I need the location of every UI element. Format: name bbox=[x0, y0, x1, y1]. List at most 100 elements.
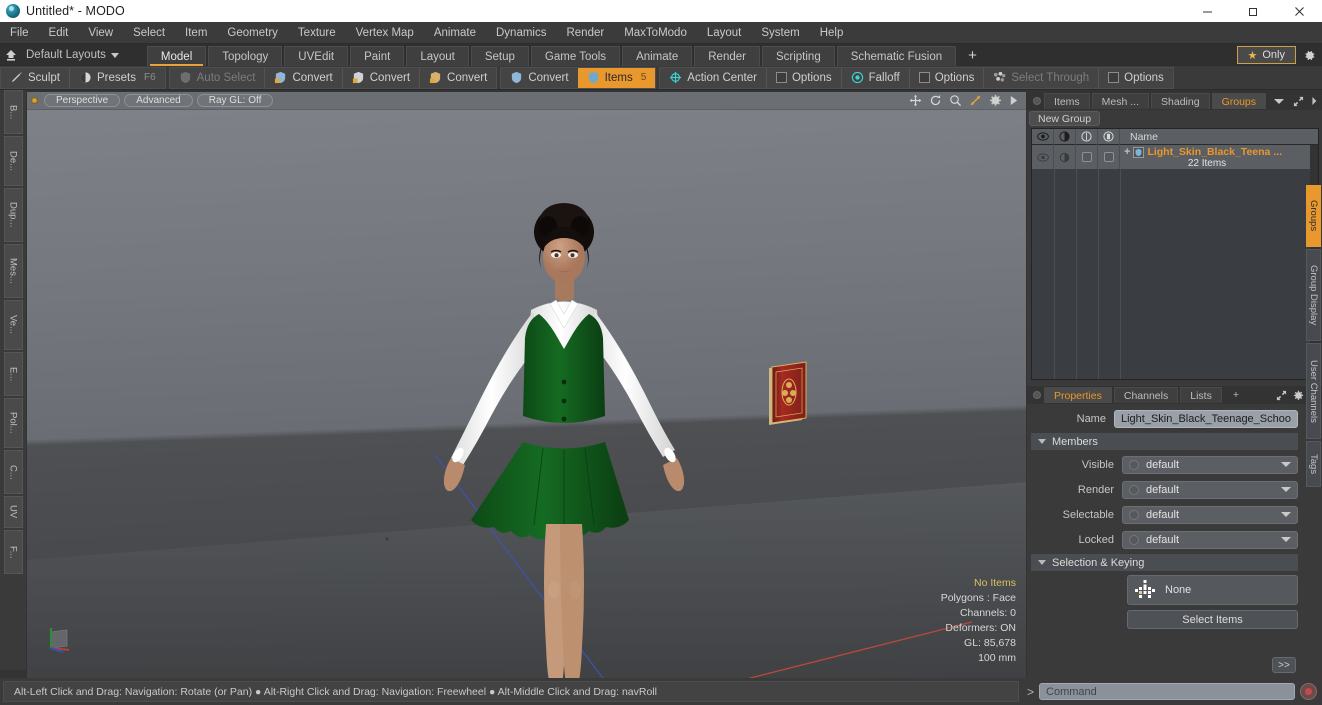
3d-viewport[interactable]: Perspective Advanced Ray GL: Off No Item… bbox=[27, 92, 1026, 678]
panel-tab-items[interactable]: Items bbox=[1044, 93, 1090, 109]
name-field[interactable]: Light_Skin_Black_Teenage_Schoo bbox=[1113, 409, 1298, 428]
menu-geometry[interactable]: Geometry bbox=[217, 22, 288, 44]
select-items-button[interactable]: Select Items bbox=[1127, 610, 1298, 629]
visible-dropdown[interactable]: default bbox=[1122, 455, 1298, 474]
menu-maxtomodo[interactable]: MaxToModo bbox=[614, 22, 697, 44]
gear-icon[interactable] bbox=[1296, 44, 1322, 66]
column-selectable-header[interactable] bbox=[1076, 128, 1098, 145]
menu-view[interactable]: View bbox=[78, 22, 123, 44]
row-selectable-checkbox[interactable] bbox=[1076, 145, 1098, 169]
panel-menu-dot[interactable] bbox=[1033, 97, 1041, 105]
row-expander-icon[interactable]: + bbox=[1124, 146, 1130, 158]
menu-select[interactable]: Select bbox=[123, 22, 175, 44]
convert-material-button[interactable]: Convert bbox=[501, 68, 577, 88]
layout-tab-topology[interactable]: Topology bbox=[208, 46, 283, 66]
menu-help[interactable]: Help bbox=[810, 22, 854, 44]
layout-tab-schematic-fusion[interactable]: Schematic Fusion bbox=[836, 46, 957, 66]
right-tab-user-channels[interactable]: User Channels bbox=[1306, 343, 1321, 439]
left-tab-basic[interactable]: B... bbox=[3, 90, 23, 134]
left-tab-fusion[interactable]: F... bbox=[3, 530, 23, 574]
members-section-header[interactable]: Members bbox=[1031, 433, 1298, 450]
menu-render[interactable]: Render bbox=[556, 22, 614, 44]
row-locked-checkbox[interactable] bbox=[1098, 145, 1120, 169]
select-through-button[interactable]: Select Through bbox=[983, 67, 1098, 88]
new-group-button[interactable]: New Group bbox=[1029, 111, 1101, 126]
more-options-button[interactable]: >> bbox=[1272, 657, 1296, 673]
only-toggle-button[interactable]: ★ Only bbox=[1236, 46, 1296, 64]
panel-menu-dot[interactable] bbox=[1033, 391, 1041, 399]
selectable-dropdown[interactable]: default bbox=[1122, 505, 1298, 524]
layout-tab-animate[interactable]: Animate bbox=[622, 46, 693, 66]
left-tab-deform[interactable]: De... bbox=[3, 136, 23, 186]
layout-tab-model[interactable]: Model bbox=[146, 46, 207, 66]
layout-tab-uvedit[interactable]: UVEdit bbox=[284, 46, 349, 66]
viewport-indicator-dot[interactable] bbox=[31, 97, 38, 104]
select-through-options-button[interactable]: Options bbox=[1098, 67, 1173, 88]
left-tab-polygon[interactable]: Pol... bbox=[3, 398, 23, 448]
left-tab-edge[interactable]: E... bbox=[3, 352, 23, 396]
rotate-icon[interactable] bbox=[929, 94, 942, 107]
left-tab-vertex[interactable]: Ve... bbox=[3, 300, 23, 350]
command-input[interactable]: Command bbox=[1039, 683, 1295, 700]
default-layouts-dropdown[interactable]: Default Layouts bbox=[22, 49, 127, 61]
left-tab-curve[interactable]: C... bbox=[3, 450, 23, 494]
menu-item[interactable]: Item bbox=[175, 22, 217, 44]
right-tab-group-display[interactable]: Group Display bbox=[1306, 249, 1321, 341]
left-tab-uv[interactable]: UV bbox=[3, 496, 23, 528]
pan-icon[interactable] bbox=[909, 94, 922, 107]
menu-dynamics[interactable]: Dynamics bbox=[486, 22, 556, 44]
groups-list-empty-area[interactable] bbox=[1032, 169, 1318, 379]
close-icon[interactable] bbox=[1276, 0, 1322, 22]
convert-polygon-button[interactable]: Convert bbox=[419, 67, 496, 88]
sculpt-button[interactable]: Sculpt bbox=[1, 68, 69, 88]
presets-button[interactable]: Presets F6 bbox=[68, 67, 165, 88]
menu-edit[interactable]: Edit bbox=[39, 22, 79, 44]
menu-vertex-map[interactable]: Vertex Map bbox=[346, 22, 424, 44]
viewport-shading-dropdown[interactable]: Advanced bbox=[124, 94, 193, 107]
maximize-icon[interactable] bbox=[1230, 0, 1276, 22]
panel-tab-properties[interactable]: Properties bbox=[1044, 387, 1112, 403]
panel-tab-lists[interactable]: Lists bbox=[1180, 387, 1222, 403]
menu-file[interactable]: File bbox=[0, 22, 39, 44]
play-arrow-icon[interactable] bbox=[1009, 95, 1018, 106]
falloff-options-button[interactable]: Options bbox=[908, 67, 984, 88]
row-name-cell[interactable]: + Light_Skin_Black_Teena ... 22 Items bbox=[1120, 145, 1318, 169]
viewport-raygl-dropdown[interactable]: Ray GL: Off bbox=[196, 94, 274, 107]
layout-tab-paint[interactable]: Paint bbox=[350, 46, 405, 66]
selection-keying-section-header[interactable]: Selection & Keying bbox=[1031, 554, 1298, 571]
viewport-settings-gear-icon[interactable] bbox=[989, 94, 1002, 107]
chevron-down-icon[interactable] bbox=[1274, 98, 1285, 104]
selection-set-selector[interactable]: None bbox=[1127, 575, 1298, 605]
right-tab-tags[interactable]: Tags bbox=[1306, 441, 1321, 487]
items-mode-button[interactable]: Items 5 bbox=[577, 67, 656, 88]
gear-icon[interactable] bbox=[1293, 390, 1304, 401]
menu-layout[interactable]: Layout bbox=[697, 22, 752, 44]
minimize-icon[interactable] bbox=[1184, 0, 1230, 22]
column-render-header[interactable] bbox=[1054, 128, 1076, 145]
layout-tab-layout[interactable]: Layout bbox=[406, 46, 469, 66]
row-render-toggle[interactable] bbox=[1054, 145, 1076, 169]
add-layout-tab-button[interactable]: + bbox=[958, 46, 987, 66]
action-center-options-button[interactable]: Options bbox=[765, 67, 841, 88]
convert-vertex-button[interactable]: Convert bbox=[264, 67, 341, 88]
layout-tab-scripting[interactable]: Scripting bbox=[761, 46, 835, 66]
panel-tab-mesh[interactable]: Mesh ... bbox=[1091, 93, 1150, 109]
column-visible-header[interactable] bbox=[1032, 128, 1054, 145]
axis-gizmo[interactable] bbox=[41, 616, 81, 656]
panel-tab-groups[interactable]: Groups bbox=[1211, 93, 1267, 109]
left-tab-duplicate[interactable]: Dup... bbox=[3, 188, 23, 242]
groups-list[interactable]: Name + Light_Skin_Black_Teena ... 22 Ite… bbox=[1031, 128, 1319, 380]
layout-tab-setup[interactable]: Setup bbox=[470, 46, 529, 66]
render-dropdown[interactable]: default bbox=[1122, 480, 1298, 499]
table-row[interactable]: + Light_Skin_Black_Teena ... 22 Items bbox=[1032, 145, 1318, 169]
menu-animate[interactable]: Animate bbox=[424, 22, 486, 44]
panel-tab-shading[interactable]: Shading bbox=[1151, 93, 1210, 109]
layout-tab-game-tools[interactable]: Game Tools bbox=[530, 46, 621, 66]
panel-tab-add[interactable]: + bbox=[1224, 387, 1248, 403]
locked-dropdown[interactable]: default bbox=[1122, 530, 1298, 549]
left-tab-mesh-edit[interactable]: Mes... bbox=[3, 244, 23, 298]
menu-texture[interactable]: Texture bbox=[288, 22, 346, 44]
auto-select-button[interactable]: Auto Select bbox=[170, 68, 265, 88]
viewport-projection-dropdown[interactable]: Perspective bbox=[44, 94, 121, 107]
expand-icon[interactable] bbox=[1293, 96, 1304, 107]
